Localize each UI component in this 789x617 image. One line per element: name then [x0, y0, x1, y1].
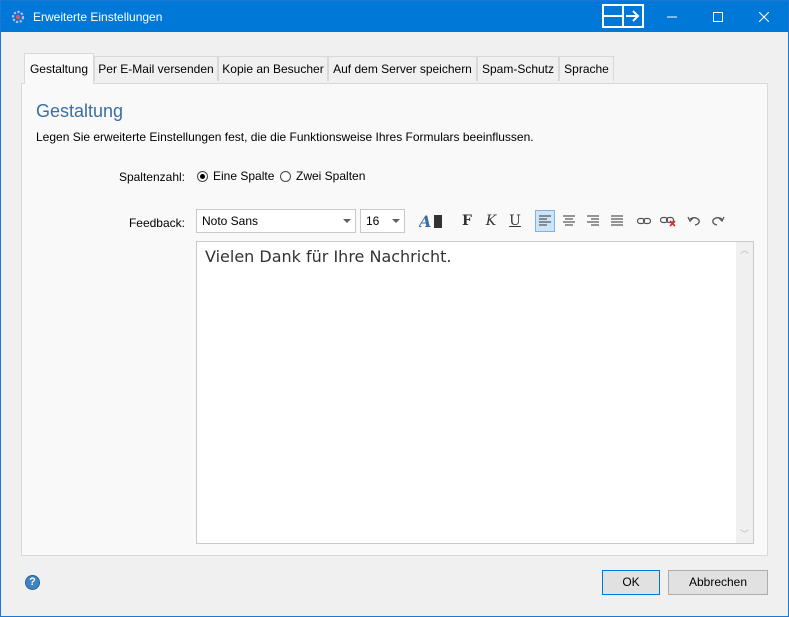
- redo-button[interactable]: [708, 210, 728, 232]
- link-icon: [637, 217, 651, 225]
- cancel-button[interactable]: Abbrechen: [668, 570, 768, 595]
- feedback-label: Feedback:: [128, 216, 185, 230]
- minimize-icon: [667, 16, 677, 17]
- font-size-value: 16: [366, 214, 380, 228]
- tab-auf-dem-server-speichern[interactable]: Auf dem Server speichern: [328, 56, 477, 81]
- align-left-button[interactable]: [535, 210, 555, 232]
- radio-label-eine-spalte: Eine Spalte: [213, 169, 275, 183]
- tab-sprache[interactable]: Sprache: [559, 56, 614, 81]
- tab-kopie-an-besucher[interactable]: Kopie an Besucher: [218, 56, 328, 81]
- bold-button[interactable]: F: [457, 210, 477, 232]
- close-button[interactable]: [741, 1, 787, 32]
- columns-label: Spaltenzahl:: [118, 170, 185, 184]
- undo-button[interactable]: [684, 210, 704, 232]
- tab-spam-schutz[interactable]: Spam-Schutz: [477, 56, 559, 81]
- remove-link-button[interactable]: [658, 210, 678, 232]
- font-size-select[interactable]: 16: [360, 209, 405, 233]
- align-justify-icon: [611, 215, 623, 226]
- chevron-down-icon: [392, 219, 400, 223]
- tab-panel-gestaltung: Gestaltung Legen Sie erweiterte Einstell…: [21, 83, 768, 556]
- feedback-text[interactable]: Vielen Dank für Ihre Nachricht.: [205, 247, 452, 266]
- tab-gestaltung[interactable]: Gestaltung: [24, 53, 94, 84]
- close-icon: [759, 11, 769, 22]
- unlink-icon: [660, 216, 676, 227]
- minimize-button[interactable]: [649, 1, 695, 32]
- align-left-icon: [539, 215, 551, 226]
- scroll-up-icon[interactable]: ︿: [740, 246, 749, 255]
- feedback-editor[interactable]: Vielen Dank für Ihre Nachricht. ︿ ﹀: [196, 241, 754, 544]
- scroll-down-icon[interactable]: ﹀: [740, 530, 749, 539]
- align-justify-button[interactable]: [607, 210, 627, 232]
- maximize-button[interactable]: [695, 1, 741, 32]
- font-family-select[interactable]: Noto Sans: [196, 209, 356, 233]
- undo-icon: [687, 216, 700, 226]
- radio-circle[interactable]: [280, 170, 291, 182]
- underline-button[interactable]: U: [505, 210, 525, 232]
- font-color-icon: A: [419, 213, 442, 229]
- tab-per-email-versenden[interactable]: Per E-Mail versenden: [94, 56, 218, 81]
- title-bar[interactable]: Erweiterte Einstellungen: [1, 1, 788, 32]
- align-right-icon: [587, 215, 599, 226]
- maximize-icon: [713, 11, 723, 22]
- align-center-button[interactable]: [559, 210, 579, 232]
- window-title: Erweiterte Einstellungen: [33, 10, 163, 24]
- section-description: Legen Sie erweiterte Einstellungen fest,…: [36, 130, 534, 144]
- align-right-button[interactable]: [583, 210, 603, 232]
- radio-label-zwei-spalten: Zwei Spalten: [296, 169, 366, 183]
- ok-button[interactable]: OK: [602, 570, 660, 595]
- chevron-down-icon: [343, 219, 351, 223]
- radio-circle-selected[interactable]: [197, 170, 208, 182]
- insert-link-button[interactable]: [634, 210, 654, 232]
- italic-button[interactable]: K: [481, 210, 501, 232]
- align-center-icon: [563, 215, 575, 226]
- section-title: Gestaltung: [36, 101, 124, 121]
- snap-layout-icon[interactable]: [602, 4, 644, 28]
- radio-zwei-spalten[interactable]: Zwei Spalten: [280, 169, 365, 183]
- font-color-button[interactable]: A: [418, 210, 444, 232]
- svg-text:A: A: [419, 213, 431, 229]
- app-gear-icon: [11, 10, 25, 24]
- font-family-value: Noto Sans: [202, 214, 259, 228]
- dialog-window: Erweiterte Einstellungen Gestaltung Per …: [0, 0, 789, 617]
- radio-eine-spalte[interactable]: Eine Spalte: [197, 169, 274, 183]
- help-button[interactable]: ?: [25, 575, 40, 590]
- redo-icon: [712, 216, 725, 226]
- editor-scrollbar[interactable]: ︿ ﹀: [736, 242, 753, 543]
